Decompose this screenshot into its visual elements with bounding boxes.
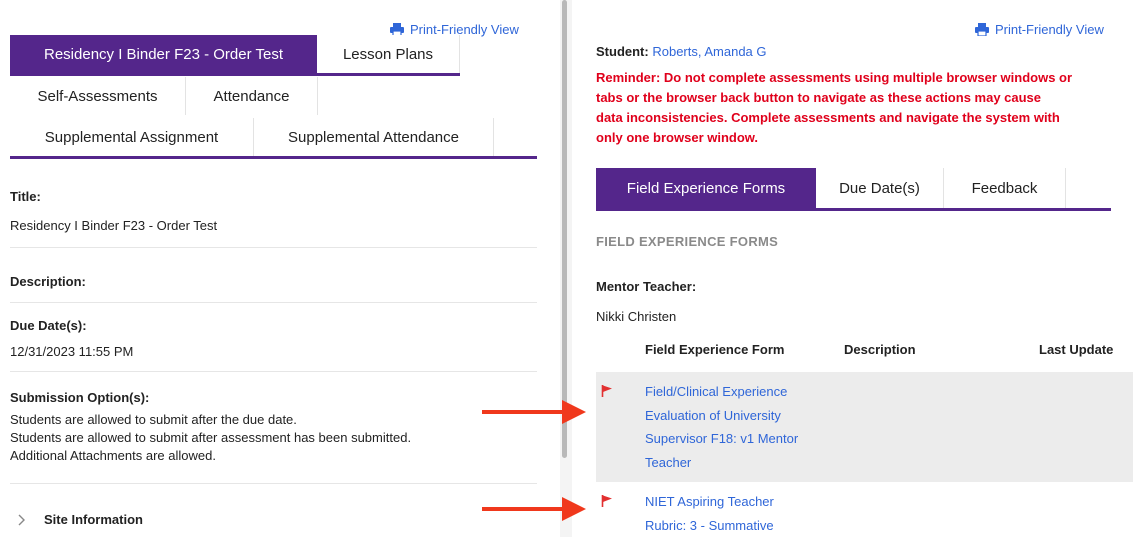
- form-link-line: NIET Aspiring Teacher: [645, 494, 774, 509]
- tab-underline-3: [10, 156, 537, 159]
- submission-options-label: Submission Option(s):: [10, 390, 150, 405]
- form-link-clinical-evaluation[interactable]: Field/Clinical Experience Evaluation of …: [645, 380, 798, 474]
- student-name[interactable]: Roberts, Amanda G: [652, 44, 766, 59]
- tab-underline: [596, 208, 1111, 211]
- binder-tabs-row-2: Self-Assessments Attendance: [10, 77, 318, 115]
- form-link-line: Field/Clinical Experience: [645, 384, 788, 399]
- student-label: Student:: [596, 44, 649, 59]
- reminder-warning: Reminder: Do not complete assessments us…: [596, 68, 1126, 148]
- due-date-value[interactable]: 12/31/2023 11:55 PM: [10, 344, 133, 359]
- table-row: Field/Clinical Experience Evaluation of …: [596, 372, 1133, 482]
- reminder-line: data inconsistencies. Complete assessmen…: [596, 110, 1060, 125]
- field-experience-tabs: Field Experience Forms Due Date(s) Feedb…: [596, 168, 1066, 208]
- binder-tabs-row-1: Residency I Binder F23 - Order Test Less…: [10, 35, 460, 73]
- print-friendly-label: Print-Friendly View: [995, 22, 1104, 37]
- site-information-label: Site Information: [44, 512, 143, 527]
- printer-icon: [975, 23, 989, 36]
- pane-divider[interactable]: [560, 0, 572, 537]
- tab-feedback[interactable]: Feedback: [944, 168, 1066, 208]
- annotation-arrow: [482, 497, 586, 521]
- section-heading: FIELD EXPERIENCE FORMS: [596, 234, 779, 249]
- left-pane: Print-Friendly View Residency I Binder F…: [0, 0, 560, 537]
- tab-residency-binder[interactable]: Residency I Binder F23 - Order Test: [10, 35, 317, 73]
- reminder-line: tabs or the browser back button to navig…: [596, 90, 1042, 105]
- tab-attendance[interactable]: Attendance: [186, 77, 318, 115]
- description-label: Description:: [10, 274, 86, 289]
- tab-due-dates[interactable]: Due Date(s): [816, 168, 944, 208]
- binder-tabs-row-3: Supplemental Assignment Supplemental Att…: [10, 118, 494, 156]
- forms-table-header: Field Experience Form Description Last U…: [596, 342, 1133, 370]
- right-pane: Print-Friendly View Student: Roberts, Am…: [572, 0, 1133, 537]
- separator: [10, 483, 537, 484]
- chevron-right-icon: [18, 514, 25, 525]
- mentor-teacher-label: Mentor Teacher:: [596, 279, 697, 294]
- mentor-teacher-name: Nikki Christen: [596, 309, 677, 324]
- submission-options-list: Students are allowed to submit after the…: [10, 411, 411, 465]
- divider-scrollbar[interactable]: [562, 0, 567, 458]
- form-link-niet-rubric[interactable]: NIET Aspiring Teacher Rubric: 3 - Summat…: [645, 490, 774, 537]
- col-header-form: Field Experience Form: [645, 342, 785, 357]
- site-information-toggle[interactable]: Site Information: [18, 512, 143, 527]
- tab-self-assessments[interactable]: Self-Assessments: [10, 77, 186, 115]
- flag-icon: [601, 495, 612, 507]
- tab-supplemental-attendance[interactable]: Supplemental Attendance: [254, 118, 494, 156]
- tab-field-experience-forms[interactable]: Field Experience Forms: [596, 168, 816, 208]
- separator: [10, 302, 537, 303]
- tab-supplemental-assignment[interactable]: Supplemental Assignment: [10, 118, 254, 156]
- form-link-line: Supervisor F18: v1 Mentor: [645, 431, 799, 446]
- separator: [10, 371, 537, 372]
- form-link-line: Teacher: [645, 454, 692, 470]
- form-link-line: Evaluation of University: [645, 407, 781, 423]
- table-row: NIET Aspiring Teacher Rubric: 3 - Summat…: [596, 484, 1133, 537]
- reminder-line: only one browser window.: [596, 130, 759, 145]
- separator: [10, 247, 537, 248]
- title-label: Title:: [10, 189, 41, 204]
- submission-option: Students are allowed to submit after ass…: [10, 430, 412, 445]
- submission-option: Additional Attachments are allowed.: [10, 448, 216, 463]
- form-link-line: Rubric: 3 - Summative: [645, 517, 774, 533]
- col-header-last-update: Last Update: [1039, 342, 1114, 357]
- tab-lesson-plans[interactable]: Lesson Plans: [317, 35, 460, 73]
- due-date-label: Due Date(s):: [10, 318, 87, 333]
- tab-underline-1: [10, 73, 460, 76]
- print-friendly-link-right[interactable]: Print-Friendly View: [975, 22, 1104, 37]
- student-line: Student: Roberts, Amanda G: [596, 44, 767, 59]
- submission-option: Students are allowed to submit after the…: [10, 412, 297, 427]
- title-value: Residency I Binder F23 - Order Test: [10, 218, 218, 233]
- col-header-description: Description: [844, 342, 916, 357]
- annotation-arrow: [482, 400, 586, 424]
- flag-icon: [601, 385, 612, 397]
- reminder-line: Reminder: Do not complete assessments us…: [596, 70, 1073, 85]
